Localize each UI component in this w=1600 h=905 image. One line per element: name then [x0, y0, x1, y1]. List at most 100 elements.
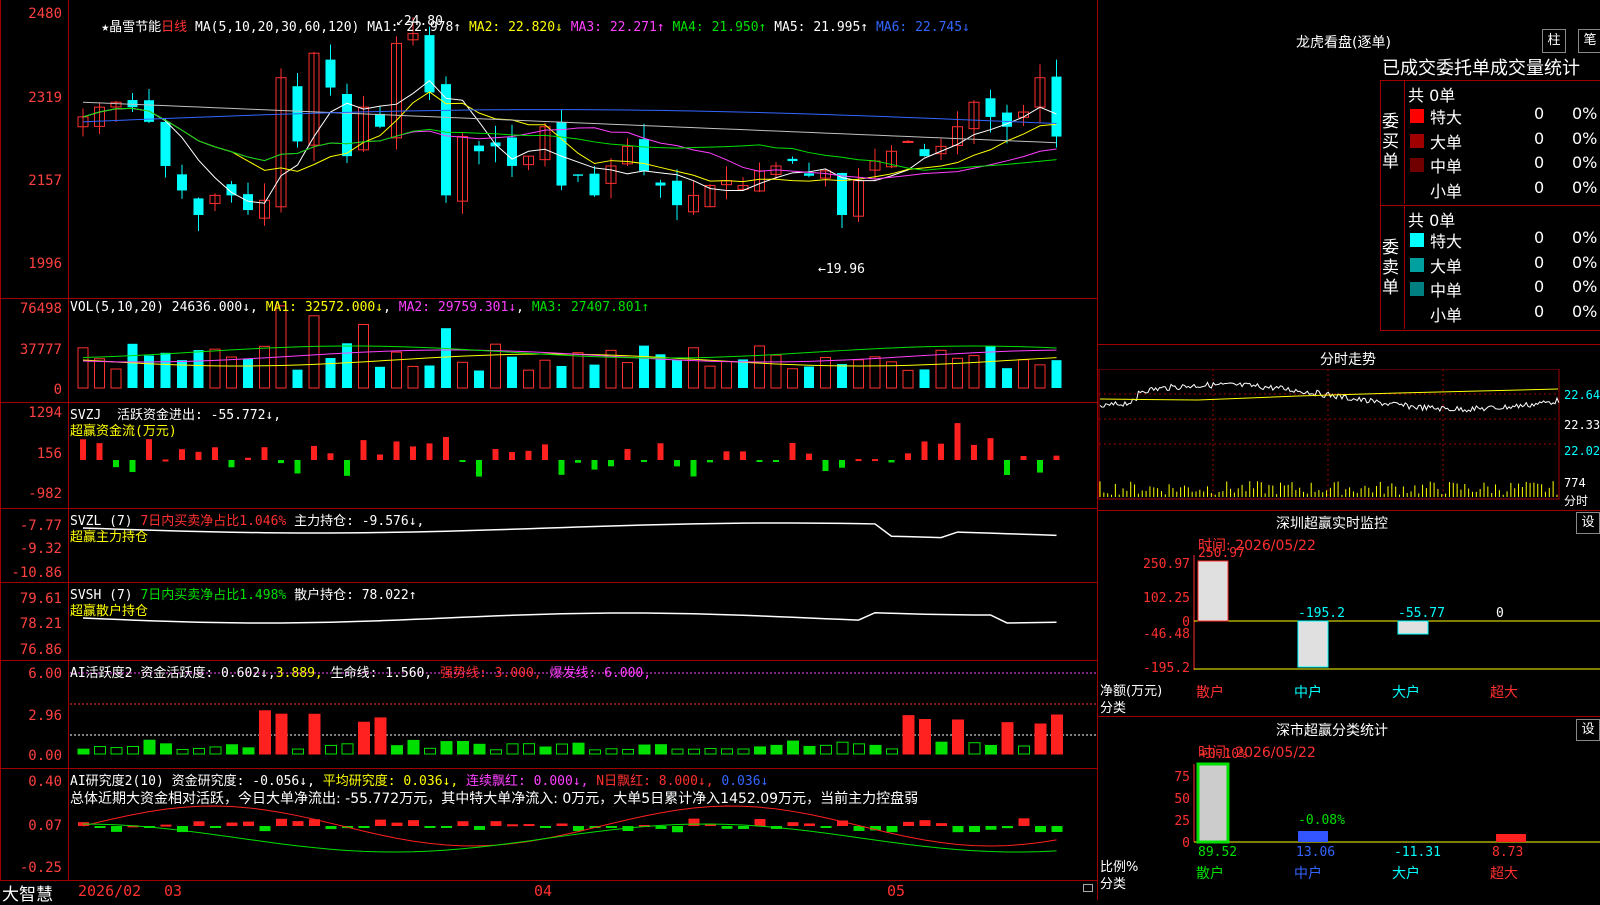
order-stats-title: 已成交委托单成交量统计 [1382, 58, 1580, 79]
activity-bar [688, 748, 700, 755]
volume-bar [1051, 360, 1062, 388]
research-bar [276, 818, 287, 826]
research-bar [474, 826, 485, 830]
fund-flow-bar [938, 443, 944, 460]
order-color-swatch [1410, 257, 1424, 272]
fund-flow-bar [756, 460, 763, 462]
intraday-price-label: 22.02 [1564, 444, 1600, 458]
fund-flow-bar [624, 449, 631, 460]
pen-mode-button[interactable]: 笔 [1578, 29, 1600, 53]
volume-bar [787, 368, 798, 389]
ai-activity-panel[interactable]: AI活跃度2 资金活跃度: 0.602↓,3.889, 生命线: 1.560, … [0, 660, 1098, 769]
fund-flow-bar [921, 441, 928, 460]
kline-panel[interactable]: ★晶雪节能日线 MA(5,10,20,30,60,120) MA1: 22.97… [0, 0, 1098, 299]
fund-flow-bar [773, 460, 779, 462]
svzj-axis-label: -982 [28, 486, 62, 502]
svzj-panel[interactable]: SVZJ 活跃资金进出: -55.772↓, 超赢资金流(万元) 1294 15… [0, 402, 1098, 509]
svsh-axis-label: 78.21 [19, 616, 62, 632]
ai-research-panel[interactable]: AI研究度2(10) 资金研究度: -0.056↓, 平均研究度: 0.036↓… [0, 768, 1098, 881]
class-chart[interactable]: 75 50 25 0 -0.08% 89.52 13.06 -11.31 8.73 散户 中户 大户 超… [1098, 760, 1600, 900]
fund-flow-bar [228, 460, 235, 468]
volume-bar [721, 360, 732, 389]
ai-research-summary: 总体近期大资金相对活跃，今日大单净流出: -55.772万元，其中特大单净流入:… [70, 791, 919, 807]
bar-mode-button[interactable]: 柱 [1542, 29, 1566, 53]
class-settings-button[interactable]: 设 [1576, 719, 1600, 741]
fund-flow-bar [674, 460, 680, 467]
monitor-chart[interactable]: 250.97 102.25 0 -46.48 -195.2 250.97 -195.2 -55… [1098, 545, 1600, 715]
fund-flow-bar [954, 423, 961, 460]
activity-bar [424, 747, 436, 755]
research-bar [243, 821, 254, 826]
brand-logo: 大智慧 [2, 885, 53, 905]
class-bar [1496, 834, 1526, 842]
order-row-pct: 0% [1572, 128, 1598, 148]
volume-bar [523, 369, 534, 389]
fund-flow-bar [327, 453, 334, 460]
monitor-settings-button[interactable]: 设 [1576, 512, 1600, 534]
volume-bar [1002, 368, 1012, 388]
svzl-subtitle: 超赢主力持仓 [70, 530, 149, 545]
intraday-title: 分时走势 [1320, 352, 1376, 368]
sell-orders-label: 委卖单 [1382, 238, 1399, 298]
activity-bar [242, 747, 255, 755]
star-icon[interactable]: ★ [101, 20, 109, 35]
average-line [82, 823, 1057, 853]
candle-body [919, 149, 930, 157]
fund-flow-bar [905, 453, 911, 460]
fund-flow-bar [459, 460, 466, 462]
stock-name: 晶雪节能 [109, 20, 162, 35]
candle-body [589, 173, 600, 196]
order-row-pct: 0% [1572, 177, 1598, 197]
fund-flow-bar [723, 451, 730, 460]
research-bar [111, 826, 122, 832]
volume-bar [358, 324, 369, 389]
activity-bar [704, 748, 717, 755]
order-row-pct: 0% [1572, 104, 1598, 123]
candle-body [1051, 76, 1062, 137]
activity-bar [721, 748, 733, 755]
volume-bar [539, 359, 551, 389]
axis-divider [68, 0, 69, 880]
fund-flow-bar [839, 460, 845, 468]
volume-bar [738, 359, 748, 388]
fund-flow-bar [80, 439, 86, 460]
class-axis-label: 50 [1174, 792, 1190, 807]
fund-flow-bar [96, 443, 103, 460]
fund-flow-bar [690, 460, 697, 477]
fund-flow-bar [608, 460, 614, 467]
fund-flow-bar [641, 460, 647, 462]
candle-body [573, 174, 583, 176]
period-label[interactable]: 日线 [161, 20, 187, 35]
order-row-count: 0 [1534, 252, 1545, 272]
class-title: 深市超赢分类统计 [1276, 723, 1388, 739]
volume-bar [424, 365, 435, 388]
x-axis-label: 03 [164, 882, 183, 900]
research-line [82, 805, 1057, 847]
svzl-panel[interactable]: SVZL (7) 7日内买卖净占比1.046% 主力持仓: -9.576↓, 超… [0, 508, 1098, 583]
dragon-tiger-title: 龙虎看盘(逐单) [1296, 35, 1391, 51]
activity-bar [374, 717, 387, 755]
research-bar [721, 826, 733, 829]
monitor-axis-label: 250.97 [1143, 557, 1190, 572]
order-row-name: 小单 [1430, 305, 1463, 325]
fund-flow-bar [591, 460, 598, 470]
volume-bar [804, 366, 814, 388]
candle-body [375, 113, 385, 127]
svsh-panel[interactable]: SVSH (7) 7日内买卖净占比1.498% 散户持仓: 78.022↑ 超赢… [0, 582, 1098, 661]
volume-bar [639, 345, 649, 388]
volume-bar [902, 369, 914, 389]
activity-bar [605, 748, 618, 755]
volume-panel[interactable]: VOL(5,10,20) 24636.000↓, MA1: 32572.000↓… [0, 298, 1098, 403]
high-price-marker: ↙24.80 [396, 14, 443, 29]
ma-line [82, 101, 1057, 144]
volume-bar [308, 315, 320, 389]
order-row-name: 特大 [1430, 108, 1463, 127]
intraday-chart[interactable] [1098, 369, 1600, 509]
price-axis-label: 2157 [28, 173, 62, 189]
intraday-price-label: 22.64 [1564, 388, 1600, 402]
candle-body [556, 122, 567, 186]
lock-icon[interactable] [1083, 884, 1093, 892]
activity-bar [869, 744, 882, 755]
activity-bar [638, 744, 651, 755]
activity-bar [1034, 723, 1047, 755]
